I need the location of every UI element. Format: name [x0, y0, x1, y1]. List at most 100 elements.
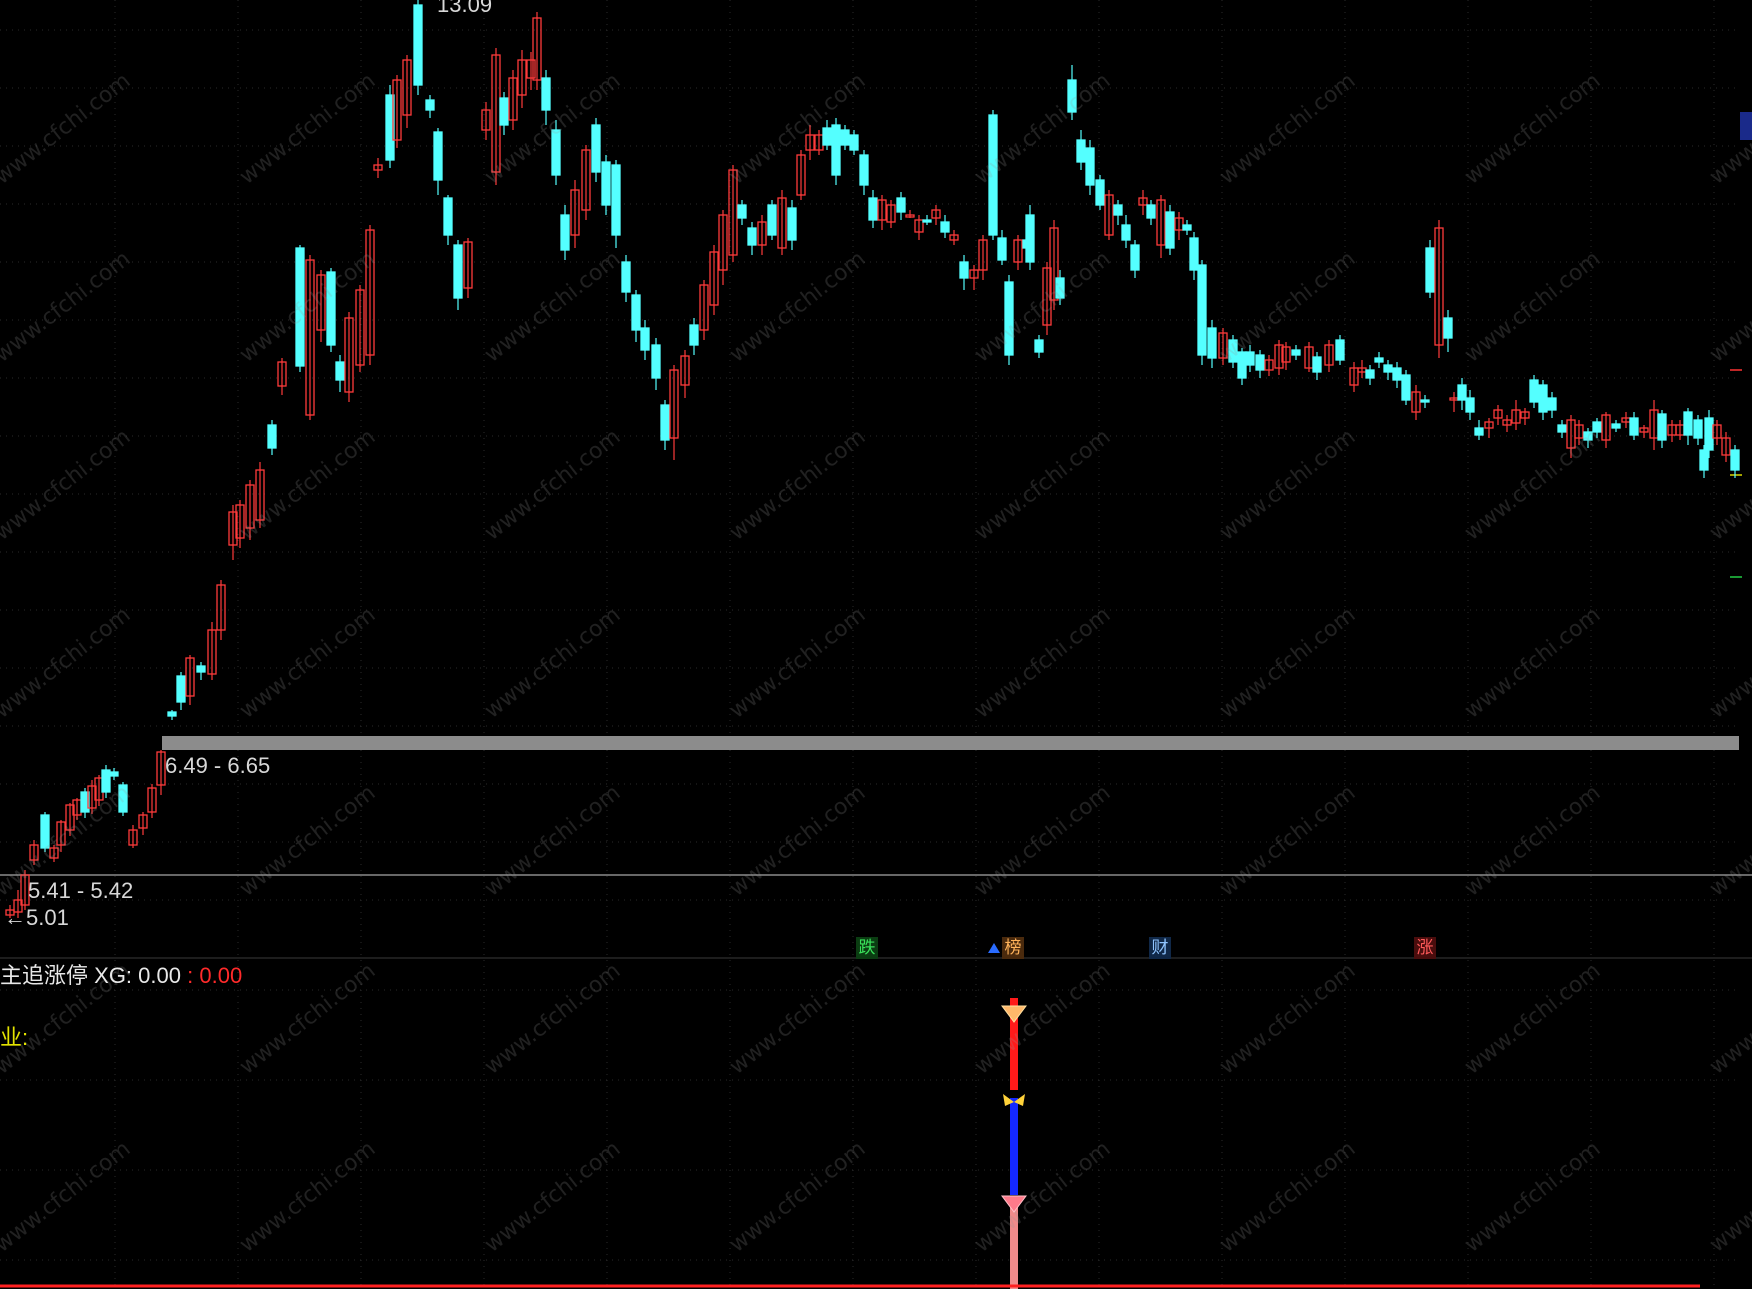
- candle-down: [413, 4, 423, 86]
- candle-down: [849, 134, 859, 151]
- candle-down: [1291, 349, 1301, 356]
- candles-layer: [5, 0, 1740, 918]
- candle-down: [621, 261, 631, 293]
- candle-down: [1146, 204, 1156, 219]
- candle-down: [1095, 179, 1105, 206]
- candle-down: [1465, 397, 1475, 413]
- candle-down: [1121, 224, 1131, 241]
- grid-lines: [0, 0, 1752, 1289]
- candle-down: [1611, 423, 1621, 429]
- candle-down: [640, 327, 650, 351]
- candle-down: [1130, 244, 1140, 271]
- candle-down: [988, 114, 998, 236]
- candle-down: [1237, 351, 1247, 379]
- candle-down: [1629, 417, 1639, 436]
- candle-down: [1245, 351, 1255, 366]
- candle-down: [1055, 277, 1065, 299]
- candle-down: [1365, 369, 1375, 379]
- candle-down: [896, 197, 906, 213]
- candle-down: [1228, 339, 1238, 363]
- candle-down: [560, 214, 570, 251]
- candle-down: [1592, 421, 1602, 433]
- event-badge-list[interactable]: 榜: [1002, 937, 1024, 959]
- candle-down: [1699, 449, 1709, 471]
- candle-down: [1025, 214, 1035, 263]
- candle-down: [295, 247, 305, 367]
- gem-bottom-icon: [1001, 1195, 1027, 1213]
- candle-down: [767, 204, 777, 236]
- candle-down: [1704, 417, 1714, 451]
- event-badge-finance[interactable]: 财: [1149, 937, 1171, 959]
- candle-down: [551, 129, 561, 176]
- candlestick-chart[interactable]: [0, 0, 1752, 1289]
- candle-down: [1207, 327, 1217, 359]
- candle-down: [1076, 139, 1086, 163]
- candle-down: [1547, 397, 1557, 411]
- candle-down: [651, 344, 661, 379]
- xg-value-2: 0.00: [199, 963, 243, 988]
- candle-down: [689, 324, 699, 346]
- candle-down: [631, 294, 641, 331]
- zone-upper-label: 6.49 - 6.65: [165, 753, 271, 778]
- zone-lower-label: 5.41 - 5.42: [28, 878, 134, 903]
- candle-down: [1730, 449, 1740, 471]
- candle-down: [591, 124, 601, 173]
- candle-down: [1004, 281, 1014, 356]
- candle-down: [922, 219, 932, 223]
- candle-down: [747, 227, 757, 246]
- candle-down: [611, 164, 621, 236]
- candle-down: [326, 271, 336, 346]
- gem-top-icon: [1001, 1005, 1027, 1023]
- candle-down: [267, 424, 277, 449]
- candle-down: [1255, 354, 1265, 371]
- candle-down: [433, 131, 443, 181]
- candle-down: [1113, 204, 1123, 216]
- candle-down: [196, 665, 206, 673]
- candle-down: [1443, 317, 1453, 339]
- price-zone-bar: [162, 736, 1739, 750]
- candle-down: [1374, 357, 1384, 363]
- candle-down: [859, 154, 869, 186]
- candle-down: [499, 97, 509, 126]
- xg-value: 0.00: [138, 963, 181, 988]
- candle-down: [1392, 367, 1402, 381]
- candle-down: [1474, 427, 1484, 436]
- candle-down: [737, 204, 747, 219]
- candle-down: [1067, 79, 1077, 113]
- event-badge-down[interactable]: 跌: [856, 937, 878, 959]
- candle-down: [840, 129, 850, 146]
- candle-down: [959, 261, 969, 279]
- arrow-up-icon: [988, 943, 1000, 953]
- candle-down: [940, 221, 950, 233]
- candle-down: [443, 197, 453, 236]
- price-zone-layer: [162, 736, 1739, 750]
- candle-down: [1401, 374, 1411, 401]
- event-badge-up[interactable]: 涨: [1414, 937, 1436, 959]
- chart-window: www.cfchi.com www.cfchi.com www.cfchi.com w…: [0, 0, 1752, 1289]
- axis-price-box: [1740, 112, 1752, 140]
- candle-down: [1529, 379, 1539, 403]
- candle-down: [1420, 399, 1430, 403]
- candle-down: [1182, 224, 1192, 231]
- indicator-name: 主追涨停: [0, 963, 89, 988]
- candle-down: [167, 711, 177, 717]
- candle-down: [40, 814, 50, 849]
- candle-down: [1683, 411, 1693, 436]
- candle-down: [868, 197, 878, 221]
- signal-indicator-layer: [0, 998, 1700, 1289]
- candle-down: [425, 99, 435, 111]
- candle-down: [1189, 237, 1199, 271]
- candle-down: [1034, 339, 1044, 353]
- indicator-formula-line: 主追涨停 XG: 0.00 : 0.00: [0, 958, 242, 990]
- candle-down: [1557, 424, 1567, 433]
- candle-down: [1583, 431, 1593, 441]
- candle-down: [1165, 211, 1175, 249]
- xg-sep: :: [187, 963, 194, 988]
- low-price-value: 5.01: [26, 905, 69, 930]
- candle-down: [997, 237, 1007, 261]
- candle-down: [831, 124, 841, 176]
- candle-down: [109, 771, 119, 777]
- candle-down: [1538, 384, 1548, 413]
- candle-down: [787, 207, 797, 241]
- candle-down: [541, 77, 551, 111]
